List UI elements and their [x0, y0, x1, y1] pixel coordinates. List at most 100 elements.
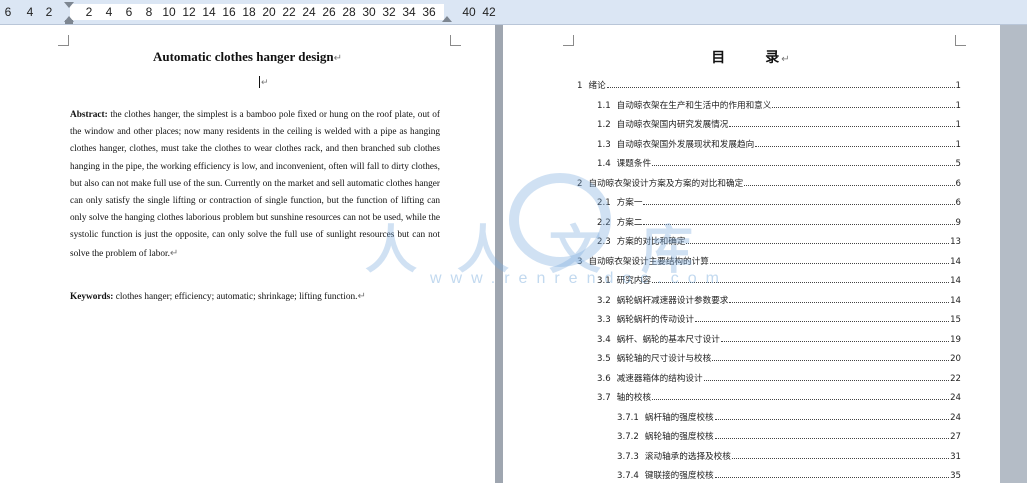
toc-entry-text: 蜗杆、蜗轮的基本尺寸设计: [616, 334, 720, 345]
toc-entry-page: 19: [950, 334, 961, 345]
toc-entry[interactable]: 1 绪论 1: [577, 77, 961, 91]
toc-entry-number: 3.7.2: [617, 432, 639, 442]
toc-entry[interactable]: 3.7 轴的校核 24: [597, 389, 961, 403]
toc-leader-dots: [652, 165, 955, 166]
toc-entry-page: 15: [950, 315, 961, 325]
toc-entry-number: 3.6: [597, 373, 611, 384]
toc-entry-text: 绪论: [588, 81, 606, 91]
toc-entry-number: 1.3: [597, 139, 611, 150]
text-cursor: [259, 76, 260, 88]
keywords-text: clothes hanger; efficiency; automatic; s…: [113, 292, 358, 302]
toc-entry-text: 自动晾衣架在生产和生活中的作用和意义: [616, 100, 772, 111]
toc-entry-text: 蜗轮轴的强度校核: [644, 432, 714, 442]
toc-entry-page: 22: [950, 373, 961, 384]
horizontal-ruler[interactable]: 6 4 2 2 4 6 8 10 12 14 16 18 20 22 24 26 28 30 32 34 36 40 42: [0, 0, 1027, 25]
toc-entry[interactable]: 1.1 自动晾衣架在生产和生活中的作用和意义 1: [597, 97, 961, 111]
toc-entry-number: 3.5: [597, 354, 611, 364]
ruler-number: 10: [162, 5, 176, 19]
toc-entry-page: 24: [950, 412, 961, 423]
toc-entry-number: 3.7.1: [617, 412, 639, 423]
toc-entry-text: 自动晾衣架设计方案及方案的对比和确定: [588, 178, 744, 189]
toc-entry-text: 课题条件: [616, 159, 652, 169]
abstract-label: Abstract:: [70, 110, 108, 120]
toc-entry-number: 3.4: [597, 334, 611, 345]
toc-entry[interactable]: 3.7.4 键联接的强度校核 35: [617, 467, 961, 481]
margin-corner-mark: [955, 35, 966, 46]
toc-entry[interactable]: 3.7.3 滚动轴承的选择及校核 31: [617, 448, 961, 462]
document-title[interactable]: Automatic clothes hanger design↵: [0, 49, 495, 65]
toc-entry-page: 27: [950, 432, 961, 442]
toc-entry-text: 蜗轮蜗杆减速器设计参数要求: [616, 295, 729, 306]
margin-corner-mark: [450, 35, 461, 46]
ruler-number: 4: [105, 5, 113, 19]
toc-entry-number: 3.3: [597, 315, 611, 325]
toc-entry[interactable]: 2.1 方案一 6: [597, 194, 961, 208]
keywords-label: Keywords:: [70, 292, 114, 302]
ruler-number: 14: [202, 5, 216, 19]
toc-entry[interactable]: 3.7.2 蜗轮轴的强度校核 27: [617, 428, 961, 442]
toc-entry[interactable]: 3.4 蜗杆、蜗轮的基本尺寸设计 19: [597, 331, 961, 345]
ruler-number: 6: [4, 5, 12, 19]
toc-title[interactable]: 目录↵: [503, 47, 1000, 67]
toc-entry-number: 3.7.3: [617, 451, 639, 462]
toc-leader-dots: [729, 301, 950, 303]
left-indent-marker[interactable]: [65, 20, 73, 24]
toc-entry-page: 6: [955, 178, 961, 189]
toc-entry-text: 轴的校核: [616, 393, 652, 403]
margin-corner-mark: [563, 35, 574, 46]
right-margin-strip: [1000, 25, 1027, 483]
toc-entry-page: 9: [955, 217, 961, 228]
toc-entry-page: 35: [950, 471, 961, 481]
toc-leader-dots: [606, 87, 955, 88]
ruler-number: 30: [362, 5, 376, 19]
margin-corner-mark: [58, 35, 69, 46]
toc-entry-number: 1.1: [597, 100, 611, 111]
toc-entry[interactable]: 2 自动晾衣架设计方案及方案的对比和确定 6: [577, 175, 961, 189]
ruler-number: 2: [45, 5, 53, 19]
toc-entry[interactable]: 3.5 蜗轮轴的尺寸设计与校核 20: [597, 350, 961, 364]
ruler-number: 18: [242, 5, 256, 19]
toc-entry-page: 31: [950, 451, 961, 462]
toc-entry-number: 3.7.4: [617, 471, 639, 481]
toc-entry[interactable]: 3.2 蜗轮蜗杆减速器设计参数要求 14: [597, 292, 961, 306]
toc-leader-dots: [714, 418, 950, 420]
toc-entry-text: 蜗杆轴的强度校核: [644, 412, 714, 423]
keywords-paragraph[interactable]: Keywords: clothes hanger; efficiency; au…: [70, 291, 450, 302]
watermark-url: www.renrendoc.com: [430, 270, 728, 287]
toc-leader-dots: [744, 184, 955, 186]
toc-entry-number: 1.4: [597, 159, 611, 169]
toc-entry[interactable]: 1.2 自动晾衣架国内研究发展情况 1: [597, 116, 961, 130]
toc-leader-dots: [695, 321, 950, 322]
toc-entry-text: 蜗轮蜗杆的传动设计: [616, 315, 695, 325]
toc-leader-dots: [720, 340, 950, 342]
toc-entry-text: 滚动轴承的选择及校核: [644, 451, 731, 462]
toc-entry-number: 2: [577, 178, 583, 189]
toc-entry-number: 1.2: [597, 120, 611, 130]
toc-entry[interactable]: 1.4 课题条件 5: [597, 155, 961, 169]
toc-entry-number: 3.7: [597, 393, 611, 403]
toc-entry-text: 键联接的强度校核: [644, 471, 714, 481]
toc-entry-text: 减速器箱体的结构设计: [616, 373, 703, 384]
ruler-number: 40: [462, 5, 476, 19]
toc-entry-page: 6: [955, 198, 961, 208]
ruler-number: 12: [182, 5, 196, 19]
toc-leader-dots: [709, 262, 950, 264]
toc-entry-page: 14: [950, 295, 961, 306]
toc-entry[interactable]: 1.3 自动晾衣架国外发展现状和发展趋向 1: [597, 136, 961, 150]
toc-entry[interactable]: 3.3 蜗轮蜗杆的传动设计 15: [597, 311, 961, 325]
right-indent-marker[interactable]: [442, 16, 452, 22]
toc-leader-dots: [643, 204, 955, 205]
toc-leader-dots: [729, 126, 955, 127]
toc-entry-page: 13: [950, 237, 961, 247]
toc-leader-dots: [714, 477, 950, 478]
toc-entry[interactable]: 3.6 减速器箱体的结构设计 22: [597, 370, 961, 384]
first-line-indent-marker[interactable]: [64, 2, 74, 8]
toc-entry[interactable]: 3.7.1 蜗杆轴的强度校核 24: [617, 409, 961, 423]
ruler-number: 24: [302, 5, 316, 19]
toc-entry-text: 自动晾衣架国内研究发展情况: [616, 120, 729, 130]
toc-leader-dots: [731, 457, 950, 459]
ruler-number: 6: [125, 5, 133, 19]
toc-leader-dots: [652, 399, 950, 400]
toc-leader-dots: [712, 360, 950, 361]
toc-leader-dots: [714, 438, 950, 439]
